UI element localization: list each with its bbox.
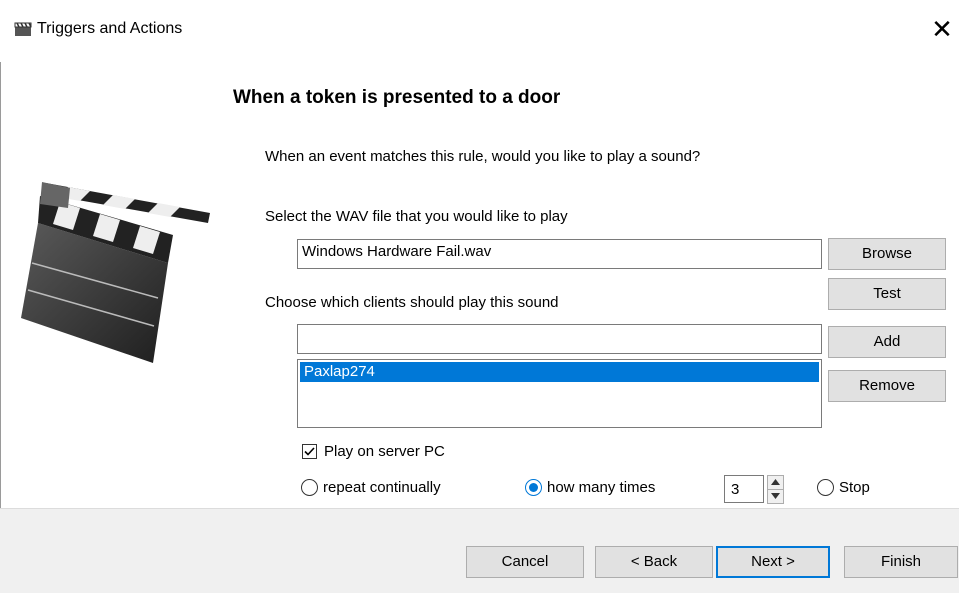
repeat-continually-label: repeat continually: [323, 479, 441, 496]
next-button[interactable]: Next >: [716, 546, 830, 578]
question-text: When an event matches this rule, would y…: [265, 148, 701, 165]
spin-up-button[interactable]: [767, 475, 784, 490]
window-left-edge: [0, 0, 10, 592]
spin-down-button[interactable]: [767, 489, 784, 504]
window-title: Triggers and Actions: [37, 20, 183, 37]
clapperboard-illustration: [21, 182, 210, 363]
chevron-down-icon: [771, 493, 780, 499]
test-button[interactable]: Test: [828, 278, 946, 310]
close-button[interactable]: ✕: [930, 14, 954, 44]
checkmark-icon: [304, 447, 315, 456]
chevron-up-icon: [771, 479, 780, 485]
play-on-server-checkbox[interactable]: [302, 444, 317, 459]
clapperboard-icon: [14, 22, 32, 36]
close-icon: ✕: [931, 14, 953, 44]
title-bar: Triggers and Actions ✕: [0, 0, 959, 62]
cancel-button[interactable]: Cancel: [466, 546, 584, 578]
repeat-continually-radio[interactable]: [301, 479, 318, 496]
finish-button[interactable]: Finish: [844, 546, 958, 578]
clients-label: Choose which clients should play this so…: [265, 294, 559, 311]
add-client-button[interactable]: Add: [828, 326, 946, 358]
how-many-times-label: how many times: [547, 479, 656, 496]
remove-client-button[interactable]: Remove: [828, 370, 946, 402]
clients-list[interactable]: Paxlap274: [297, 359, 822, 428]
stop-radio[interactable]: [817, 479, 834, 496]
wav-label: Select the WAV file that you would like …: [265, 208, 568, 225]
repeat-count-value: 3: [731, 481, 740, 498]
page-heading: When a token is presented to a door: [233, 87, 561, 108]
browse-button[interactable]: Browse: [828, 238, 946, 270]
wav-file-field[interactable]: Windows Hardware Fail.wav: [297, 239, 822, 269]
stop-label: Stop: [839, 479, 870, 496]
client-name-input[interactable]: [297, 324, 822, 354]
repeat-count-input[interactable]: 3: [724, 475, 764, 503]
how-many-times-radio[interactable]: [525, 479, 542, 496]
play-on-server-label: Play on server PC: [324, 443, 445, 460]
back-button[interactable]: < Back: [595, 546, 713, 578]
list-item[interactable]: Paxlap274: [300, 362, 819, 382]
